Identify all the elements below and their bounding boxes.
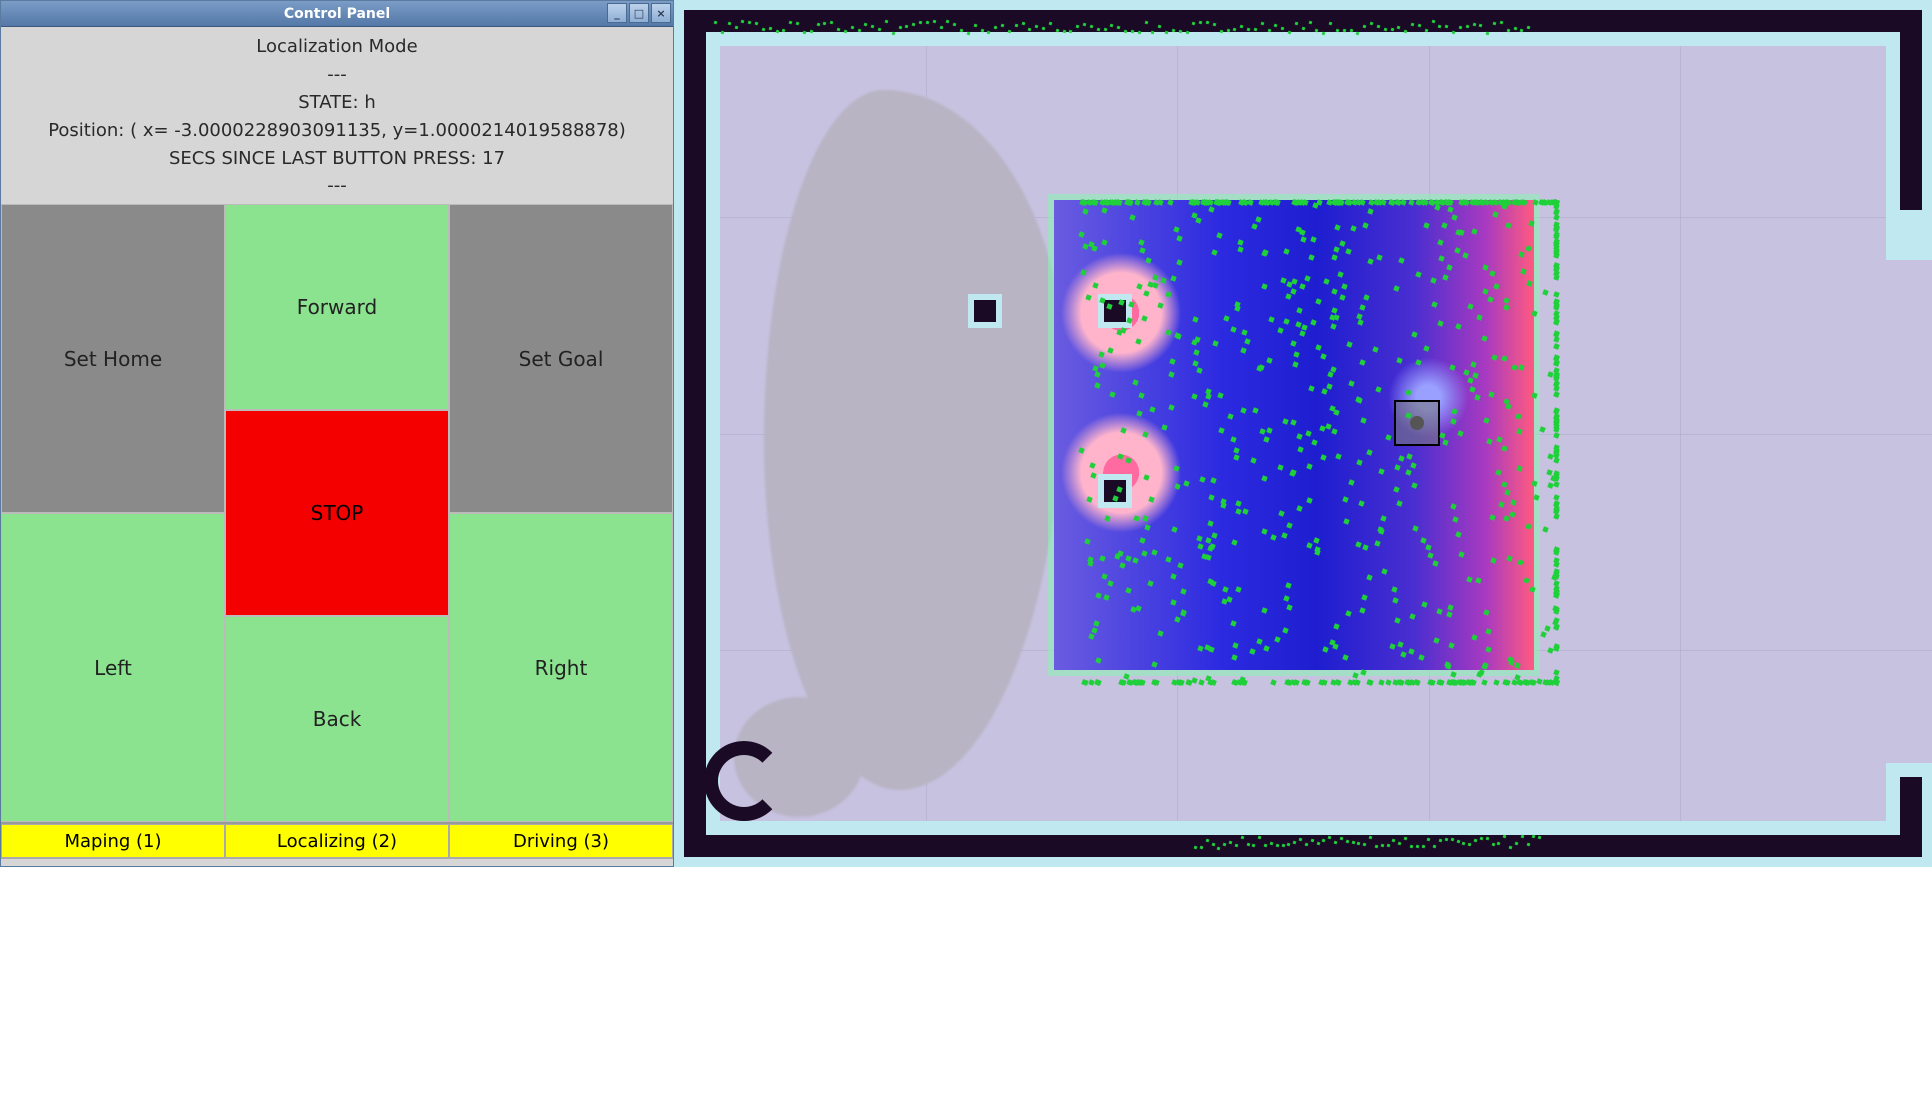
back-button[interactable]: Back	[225, 616, 449, 822]
map-wall	[684, 10, 706, 857]
maximize-button[interactable]: □	[629, 3, 649, 23]
minimize-button[interactable]: _	[607, 3, 627, 23]
left-label: Left	[94, 656, 132, 680]
maximize-icon: □	[634, 7, 644, 20]
right-label: Right	[535, 656, 588, 680]
stop-button[interactable]: STOP	[225, 410, 449, 616]
control-panel-window: Control Panel _ □ × Localization Mode --…	[0, 0, 674, 867]
obstacle-marker	[974, 300, 996, 322]
localizing-label: Localizing (2)	[277, 831, 397, 852]
stop-label: STOP	[311, 501, 364, 525]
localizing-mode-button[interactable]: Localizing (2)	[225, 824, 449, 858]
set-goal-label: Set Goal	[519, 347, 604, 371]
window-title: Control Panel	[284, 6, 390, 22]
back-label: Back	[313, 707, 362, 731]
minimize-icon: _	[614, 7, 620, 20]
set-home-label: Set Home	[64, 347, 162, 371]
window-controls: _ □ ×	[607, 3, 671, 23]
mapping-label: Maping (1)	[64, 831, 161, 852]
map-view[interactable]	[674, 0, 1932, 867]
status-position: Position: ( x= -3.0000228903091135, y=1.…	[9, 117, 665, 145]
obstacle-marker	[1104, 300, 1126, 322]
forward-label: Forward	[297, 295, 377, 319]
driving-mode-button[interactable]: Driving (3)	[449, 824, 673, 858]
robot-pose-marker	[1394, 400, 1440, 446]
right-button[interactable]: Right	[449, 513, 673, 822]
titlebar[interactable]: Control Panel _ □ ×	[1, 1, 673, 27]
map-wall	[1900, 10, 1922, 210]
map-wall	[684, 10, 1922, 32]
close-icon: ×	[656, 7, 665, 20]
status-secs: SECS SINCE LAST BUTTON PRESS: 17	[9, 145, 665, 173]
status-panel: Localization Mode --- STATE: h Position:…	[1, 27, 673, 204]
map-wall	[1900, 777, 1922, 857]
set-home-button[interactable]: Set Home	[1, 204, 225, 513]
footer-spacer	[1, 858, 673, 866]
set-goal-button[interactable]: Set Goal	[449, 204, 673, 513]
map-wall	[704, 741, 784, 821]
direction-pad: Set Home Forward Set Goal STOP Left Back…	[1, 204, 673, 822]
forward-button[interactable]: Forward	[225, 204, 449, 410]
mapping-mode-button[interactable]: Maping (1)	[1, 824, 225, 858]
status-state: STATE: h	[9, 89, 665, 117]
status-sep: ---	[9, 172, 665, 200]
costmap-region	[1054, 200, 1534, 670]
obstacle-marker	[1104, 480, 1126, 502]
status-sep: ---	[9, 61, 665, 89]
driving-label: Driving (3)	[513, 831, 609, 852]
left-button[interactable]: Left	[1, 513, 225, 822]
mode-row: Maping (1) Localizing (2) Driving (3)	[1, 822, 673, 858]
free-space-region	[764, 90, 1064, 790]
map-wall	[684, 835, 1922, 857]
status-mode: Localization Mode	[9, 33, 665, 61]
close-button[interactable]: ×	[651, 3, 671, 23]
